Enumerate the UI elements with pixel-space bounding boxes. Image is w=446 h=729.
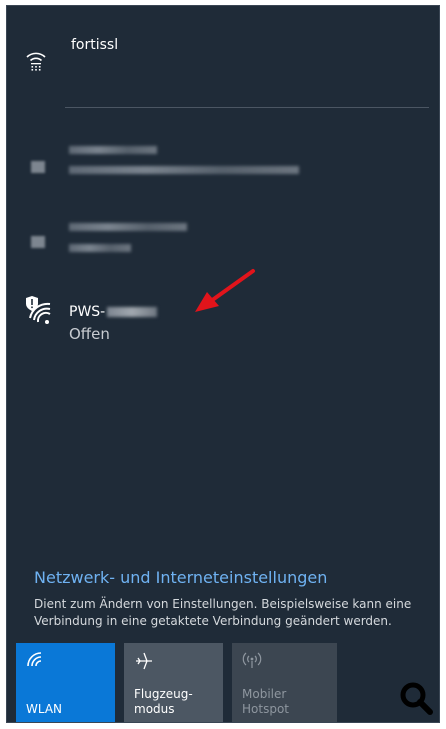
blurred-name [69, 146, 157, 154]
wifi-shield-icon [26, 296, 51, 324]
network-item-blurred-2[interactable] [7, 211, 439, 271]
wifi-icon [31, 161, 45, 173]
mobile-hotspot-button[interactable]: Mobiler Hotspot [232, 643, 337, 722]
network-status: Offen [69, 325, 110, 343]
mobile-hotspot-label: Mobiler Hotspot [242, 687, 289, 716]
blurred-status [69, 244, 131, 252]
network-name: PWS- [69, 304, 158, 320]
wlan-label: WLAN [26, 702, 63, 716]
wifi-icon [31, 236, 45, 248]
airplane-icon [136, 652, 152, 670]
airplane-mode-button[interactable]: Flugzeug- modus [124, 643, 223, 722]
wifi-icon [27, 652, 42, 667]
blurred-name-suffix [107, 307, 158, 317]
wlan-toggle-button[interactable]: WLAN [16, 643, 115, 722]
arrow-annotation [195, 269, 255, 312]
wifi-icon [26, 52, 46, 71]
blurred-name [69, 223, 187, 231]
divider [65, 107, 429, 108]
network-item-blurred-1[interactable] [7, 136, 439, 196]
blurred-status [69, 166, 299, 174]
network-item-fortissl[interactable]: fortissl [7, 6, 439, 106]
network-flyout: fortissl PWS- Offen Netzwerk- und Intern [6, 5, 440, 723]
hotspot-icon [242, 652, 262, 668]
network-settings-link[interactable]: Netzwerk- und Interneteinstellungen [34, 568, 327, 587]
network-settings-description: Dient zum Ändern von Einstellungen. Beis… [34, 597, 412, 628]
zoom-magnifier-icon[interactable] [398, 680, 434, 718]
airplane-mode-label: Flugzeug- modus [134, 687, 193, 716]
network-name: fortissl [71, 37, 119, 53]
